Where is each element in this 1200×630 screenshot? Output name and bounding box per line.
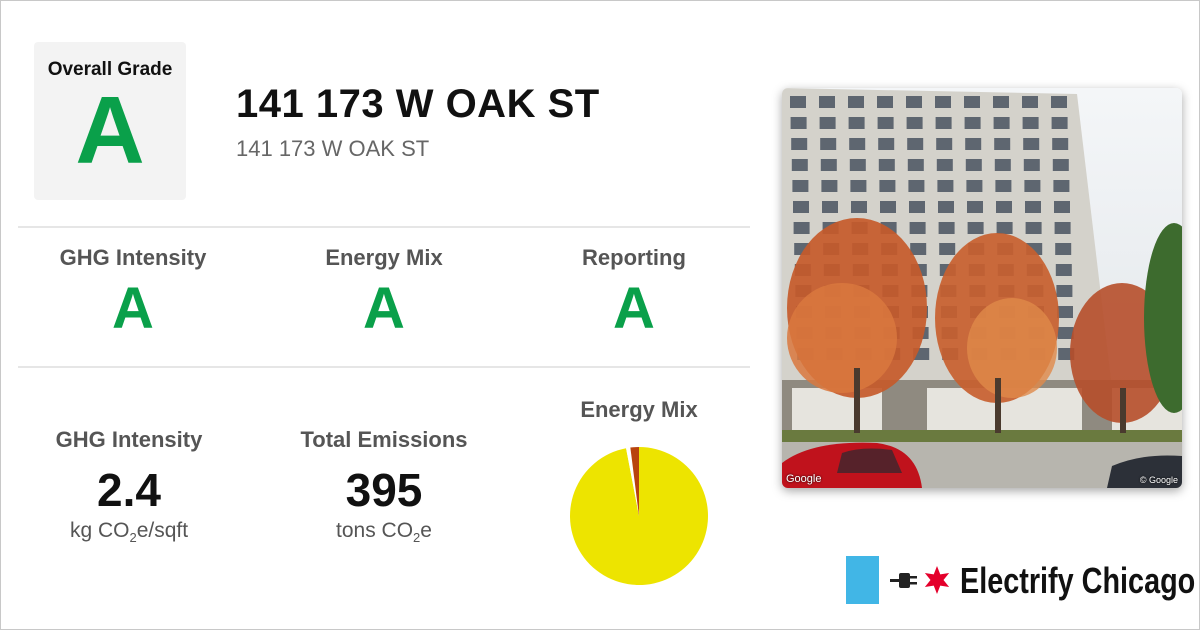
stat-ghg-intensity: GHG Intensity 2.4 kg CO2e/sqft xyxy=(9,427,249,545)
building-photo-image xyxy=(782,88,1182,488)
stat-unit: tons CO2e xyxy=(336,519,432,546)
stat-value: 2.4 xyxy=(97,464,161,516)
subgrade-label: Reporting xyxy=(582,245,686,270)
plug-icon xyxy=(890,573,917,588)
stat-total-emissions: Total Emissions 395 tons CO2e xyxy=(264,427,504,545)
photo-watermark-right: © Google xyxy=(1139,475,1178,485)
divider-top xyxy=(18,226,750,228)
building-address: 141 173 W OAK ST xyxy=(236,136,430,161)
stat-value: 395 xyxy=(345,464,423,516)
overall-grade-value: A xyxy=(75,77,145,184)
subgrade-ghg-intensity: GHG Intensity A xyxy=(8,245,258,339)
building-title: 141 173 W OAK ST xyxy=(236,82,600,126)
subgrade-value: A xyxy=(363,276,405,341)
subgrade-reporting: Reporting A xyxy=(509,245,759,339)
energy-mix-label: Energy Mix xyxy=(580,397,698,422)
chicago-star-icon xyxy=(924,566,950,594)
subgrade-value: A xyxy=(112,276,154,341)
stat-label: GHG Intensity xyxy=(55,427,203,452)
stat-unit: kg CO2e/sqft xyxy=(69,519,189,546)
building-photo: Google © Google xyxy=(782,88,1182,488)
stat-label: Total Emissions xyxy=(300,427,468,452)
brand-name: Electrify Chicago xyxy=(960,560,1196,601)
chicago-flag-stripe-icon xyxy=(846,556,879,604)
subgrade-label: GHG Intensity xyxy=(59,245,207,270)
photo-watermark: Google xyxy=(786,473,822,485)
overall-grade-box: Overall Grade A xyxy=(34,42,186,200)
subgrade-label: Energy Mix xyxy=(325,245,443,270)
subgrade-value: A xyxy=(613,276,655,341)
electrify-chicago-logo[interactable]: Electrify Chicago xyxy=(846,556,1195,606)
energy-mix-pie-chart xyxy=(570,447,708,585)
divider-bottom xyxy=(18,366,750,368)
subgrade-energy-mix: Energy Mix A xyxy=(259,245,509,339)
